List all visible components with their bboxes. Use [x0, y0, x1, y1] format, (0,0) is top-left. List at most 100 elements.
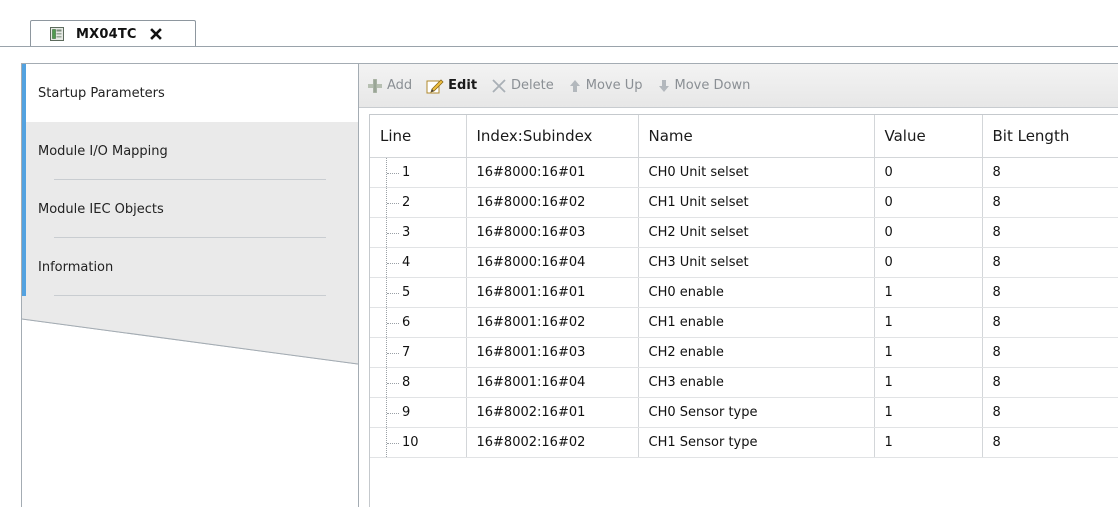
table-header-row: Line Index:Subindex Name Value Bit Lengt… — [370, 115, 1118, 158]
arrow-down-icon — [658, 79, 669, 92]
cell-bit-length[interactable]: 8 — [982, 187, 1118, 218]
move-up-button[interactable]: Move Up — [568, 78, 643, 94]
cell-name[interactable]: CH1 enable — [638, 307, 875, 338]
line-number: 1 — [402, 164, 411, 180]
move-down-button[interactable]: Move Down — [657, 78, 751, 94]
cell-value[interactable]: 0 — [874, 247, 983, 278]
cell-index[interactable]: 16#8001:16#01 — [466, 277, 639, 308]
table-row[interactable]: 4 16#8000:16#04 CH3 Unit selset 0 8 — [370, 247, 1118, 278]
table-body: 1 16#8000:16#01 CH0 Unit selset 0 8 2 16#8000:… — [370, 157, 1118, 458]
cell-line[interactable]: 6 — [370, 307, 467, 338]
cell-name[interactable]: CH0 Sensor type — [638, 397, 875, 428]
cell-value[interactable]: 1 — [874, 307, 983, 338]
document-tab[interactable]: MX04TC — [30, 20, 196, 47]
edit-label: Edit — [448, 78, 478, 93]
line-number: 3 — [402, 224, 411, 240]
parameters-table: Line Index:Subindex Name Value Bit Lengt… — [370, 115, 1118, 458]
cell-index[interactable]: 16#8002:16#02 — [466, 427, 639, 458]
tab-label: Module IEC Objects — [38, 201, 164, 217]
column-header-bit-length[interactable]: Bit Length — [982, 115, 1118, 158]
cell-index[interactable]: 16#8001:16#03 — [466, 337, 639, 368]
tab-accent — [22, 238, 26, 296]
cell-value[interactable]: 0 — [874, 187, 983, 218]
table-row[interactable]: 6 16#8001:16#02 CH1 enable 1 8 — [370, 307, 1118, 338]
add-button[interactable]: Add — [367, 78, 412, 94]
line-number: 8 — [402, 374, 411, 390]
delete-icon — [492, 78, 506, 93]
cell-value[interactable]: 0 — [874, 217, 983, 248]
tree-branch — [387, 382, 399, 384]
cell-line[interactable]: 3 — [370, 217, 467, 248]
cell-line[interactable]: 8 — [370, 367, 467, 398]
cell-bit-length[interactable]: 8 — [982, 247, 1118, 278]
cell-name[interactable]: CH0 enable — [638, 277, 875, 308]
cell-value[interactable]: 0 — [874, 157, 983, 188]
cell-name[interactable]: CH2 Unit selset — [638, 217, 875, 248]
table-row[interactable]: 2 16#8000:16#02 CH1 Unit selset 0 8 — [370, 187, 1118, 218]
document-tab-title: MX04TC — [76, 26, 137, 42]
column-header-line[interactable]: Line — [370, 115, 467, 158]
cell-bit-length[interactable]: 8 — [982, 277, 1118, 308]
cell-name[interactable]: CH3 Unit selset — [638, 247, 875, 278]
column-header-value[interactable]: Value — [874, 115, 983, 158]
cell-value[interactable]: 1 — [874, 427, 983, 458]
table-row[interactable]: 3 16#8000:16#03 CH2 Unit selset 0 8 — [370, 217, 1118, 248]
table-row[interactable]: 8 16#8001:16#04 CH3 enable 1 8 — [370, 367, 1118, 398]
cell-line[interactable]: 2 — [370, 187, 467, 218]
parameters-grid: Line Index:Subindex Name Value Bit Lengt… — [369, 114, 1118, 507]
column-header-index[interactable]: Index:Subindex — [466, 115, 639, 158]
cell-bit-length[interactable]: 8 — [982, 217, 1118, 248]
cell-name[interactable]: CH0 Unit selset — [638, 157, 875, 188]
table-row[interactable]: 9 16#8002:16#01 CH0 Sensor type 1 8 — [370, 397, 1118, 428]
line-number: 5 — [402, 284, 411, 300]
cell-line[interactable]: 7 — [370, 337, 467, 368]
cell-index[interactable]: 16#8000:16#01 — [466, 157, 639, 188]
cell-bit-length[interactable]: 8 — [982, 397, 1118, 428]
cell-line[interactable]: 4 — [370, 247, 467, 278]
arrow-up-icon — [569, 79, 580, 92]
cell-index[interactable]: 16#8000:16#03 — [466, 217, 639, 248]
delete-button[interactable]: Delete — [491, 78, 554, 94]
cell-index[interactable]: 16#8002:16#01 — [466, 397, 639, 428]
cell-index[interactable]: 16#8001:16#04 — [466, 367, 639, 398]
cell-value[interactable]: 1 — [874, 337, 983, 368]
cell-bit-length[interactable]: 8 — [982, 427, 1118, 458]
cell-bit-length[interactable]: 8 — [982, 157, 1118, 188]
cell-line[interactable]: 10 — [370, 427, 467, 458]
cell-index[interactable]: 16#8001:16#02 — [466, 307, 639, 338]
cell-value[interactable]: 1 — [874, 277, 983, 308]
cell-line[interactable]: 5 — [370, 277, 467, 308]
tree-branch — [387, 412, 399, 414]
cell-index[interactable]: 16#8000:16#02 — [466, 187, 639, 218]
line-number: 9 — [402, 404, 411, 420]
tab-module-iec-objects[interactable]: Module IEC Objects — [22, 180, 358, 238]
tab-label: Module I/O Mapping — [38, 143, 168, 159]
cell-index[interactable]: 16#8000:16#04 — [466, 247, 639, 278]
table-row[interactable]: 5 16#8001:16#01 CH0 enable 1 8 — [370, 277, 1118, 308]
tab-startup-parameters[interactable]: Startup Parameters — [22, 64, 358, 122]
cell-line[interactable]: 9 — [370, 397, 467, 428]
tree-branch — [387, 172, 399, 174]
tab-information[interactable]: Information — [22, 238, 358, 296]
move-up-label: Move Up — [585, 78, 643, 93]
tab-module-io-mapping[interactable]: Module I/O Mapping — [22, 122, 358, 180]
table-row[interactable]: 1 16#8000:16#01 CH0 Unit selset 0 8 — [370, 157, 1118, 188]
move-down-label: Move Down — [674, 78, 751, 93]
cell-bit-length[interactable]: 8 — [982, 337, 1118, 368]
cell-line[interactable]: 1 — [370, 157, 467, 188]
cell-name[interactable]: CH1 Sensor type — [638, 427, 875, 458]
close-icon[interactable] — [149, 27, 163, 41]
column-header-name[interactable]: Name — [638, 115, 875, 158]
cell-name[interactable]: CH1 Unit selset — [638, 187, 875, 218]
table-row[interactable]: 10 16#8002:16#02 CH1 Sensor type 1 8 — [370, 427, 1118, 458]
device-editor: Startup Parameters Module I/O Mapping Mo… — [21, 63, 1118, 507]
cell-name[interactable]: CH3 enable — [638, 367, 875, 398]
cell-value[interactable]: 1 — [874, 367, 983, 398]
startup-parameters-panel: Add Edit Delete Move Up Move Down Line I… — [358, 64, 1118, 507]
table-row[interactable]: 7 16#8001:16#03 CH2 enable 1 8 — [370, 337, 1118, 368]
cell-value[interactable]: 1 — [874, 397, 983, 428]
cell-bit-length[interactable]: 8 — [982, 367, 1118, 398]
cell-name[interactable]: CH2 enable — [638, 337, 875, 368]
cell-bit-length[interactable]: 8 — [982, 307, 1118, 338]
edit-button[interactable]: Edit — [426, 78, 477, 94]
